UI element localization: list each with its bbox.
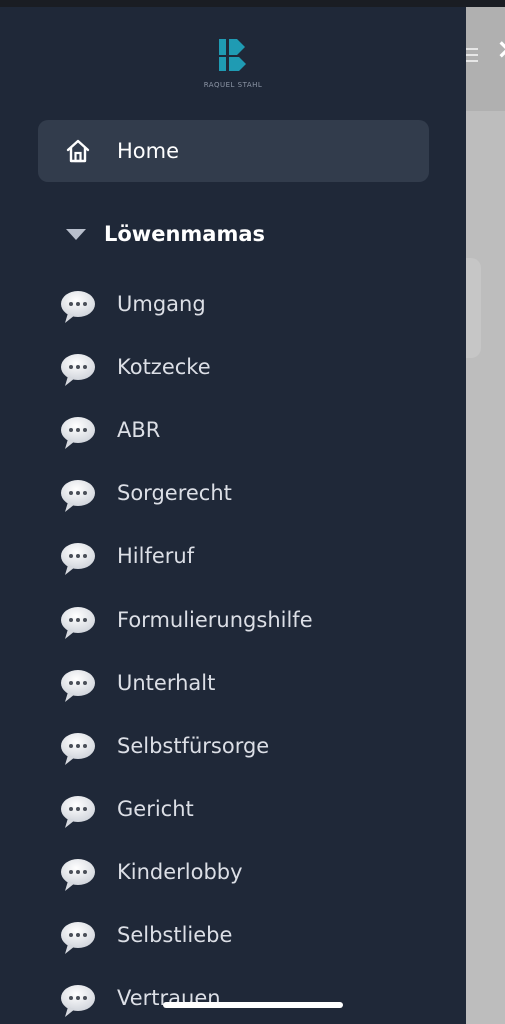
- speech-bubble-icon: [61, 985, 95, 1018]
- channel-item[interactable]: ABR: [58, 407, 458, 457]
- speech-bubble-icon: [61, 291, 95, 323]
- menu-icon[interactable]: [464, 48, 478, 62]
- logo-mark-icon: [219, 39, 246, 71]
- speech-bubble-icon: [61, 732, 95, 765]
- home-indicator: [163, 1002, 343, 1008]
- speech-bubble-icon: [61, 417, 95, 450]
- channel-item[interactable]: Vertrauen: [58, 975, 458, 1024]
- navigation-drawer: RAQUEL STAHL Home Löwenmamas Umgang Kotze…: [0, 7, 466, 1024]
- channel-item[interactable]: Hilferuf: [58, 533, 458, 583]
- channel-item[interactable]: Formulierungshilfe: [58, 597, 458, 647]
- speech-bubble-icon: [61, 858, 95, 891]
- speech-bubble-icon: [61, 354, 95, 387]
- channel-label: Kotzecke: [117, 355, 211, 380]
- speech-bubble-icon: [61, 795, 95, 828]
- nav-item-home[interactable]: Home: [38, 120, 429, 182]
- speech-bubble-icon: [61, 606, 95, 639]
- channel-label: Gericht: [117, 796, 194, 821]
- channel-item[interactable]: Kotzecke: [58, 344, 458, 394]
- channel-item[interactable]: Unterhalt: [58, 660, 458, 710]
- channel-label: Formulierungshilfe: [117, 607, 313, 632]
- channel-label: Umgang: [117, 292, 206, 316]
- background-page: [466, 7, 505, 1024]
- speech-bubble-icon: [61, 922, 95, 954]
- speech-bubble-icon: [61, 543, 95, 576]
- group-label: Löwenmamas: [104, 222, 266, 246]
- channel-label: Selbstfürsorge: [117, 733, 270, 758]
- channel-label: Kinderlobby: [117, 859, 243, 884]
- channel-label: Sorgerecht: [117, 481, 232, 506]
- channel-item[interactable]: Gericht: [58, 786, 458, 836]
- channel-item[interactable]: Sorgerecht: [58, 470, 458, 520]
- channel-item[interactable]: Selbstliebe: [58, 912, 458, 962]
- channel-item[interactable]: Kinderlobby: [58, 849, 458, 899]
- caret-down-icon: [66, 229, 86, 240]
- speech-bubble-icon: [61, 480, 95, 513]
- channel-label: Hilferuf: [117, 544, 195, 569]
- home-icon: [66, 139, 90, 163]
- channel-label: Selbstliebe: [117, 923, 233, 947]
- channel-label: ABR: [117, 418, 161, 443]
- logo: RAQUEL STAHL: [198, 37, 268, 97]
- speech-bubble-icon: [61, 669, 95, 702]
- channel-label: Vertrauen: [117, 986, 221, 1011]
- channel-item[interactable]: Umgang: [58, 281, 458, 331]
- close-icon[interactable]: ×: [496, 34, 505, 64]
- logo-text: RAQUEL STAHL: [203, 81, 263, 89]
- channel-item[interactable]: Selbstfürsorge: [58, 723, 458, 773]
- nav-item-home-label: Home: [117, 139, 180, 163]
- channel-label: Unterhalt: [117, 670, 216, 695]
- status-bar: [0, 0, 505, 7]
